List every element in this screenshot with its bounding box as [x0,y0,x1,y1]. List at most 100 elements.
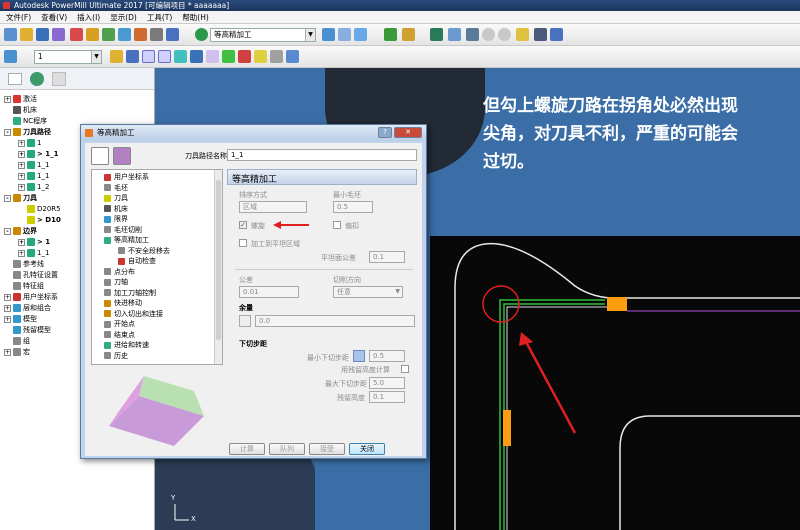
menu-file[interactable]: 文件(F) [6,11,31,23]
settings-tree-item[interactable]: 自动检查 [118,256,156,266]
shade-icon[interactable] [286,50,299,63]
settings-tree-item[interactable]: 结束点 [104,330,135,340]
folder-icon[interactable] [516,28,529,41]
start-point-icon[interactable] [150,28,163,41]
gear-icon[interactable] [91,147,109,165]
settings-tree-item[interactable]: 等高精加工 [104,235,149,245]
explorer-item[interactable]: 机床 [4,105,37,116]
close-button[interactable]: 关闭 [349,443,385,455]
rapid-move-icon[interactable] [118,28,131,41]
allowance-icon[interactable] [239,315,251,327]
settings-tree-item[interactable]: 限界 [104,214,128,224]
menu-help[interactable]: 帮助(H) [182,11,209,23]
allowance-input[interactable]: 0.0 [255,315,415,327]
explorer-item[interactable]: +1_2 [18,182,49,193]
toolpath-icon[interactable] [322,28,335,41]
min-stock-input[interactable]: 0.5 [333,201,373,213]
explorer-item[interactable]: + 宏 [4,347,30,358]
min-step-input[interactable]: 0.5 [369,350,405,362]
window-icon[interactable] [550,28,563,41]
queue-button[interactable]: 队列 [269,443,305,455]
layer-combo[interactable]: 1 ▼ [34,50,102,64]
spiral-checkbox[interactable]: ✓ [239,221,247,229]
import-model-icon[interactable] [52,28,65,41]
settings-tree-item[interactable]: 加工刀轴控制 [104,288,156,298]
flat-checkbox[interactable] [239,239,247,247]
explorer-item[interactable]: 残留模型 [4,325,51,336]
expand-icon[interactable]: + [4,315,11,323]
explorer-item[interactable]: - 边界 [4,226,37,237]
collapse-icon[interactable]: - [4,194,11,202]
sort-select[interactable]: 区域 [239,201,307,213]
close-icon[interactable]: ✕ [394,127,422,138]
settings-tree-item[interactable]: 刀轴 [104,277,128,287]
expand-icon[interactable]: + [18,150,25,158]
feeds-icon[interactable] [102,28,115,41]
tree-scrollbar[interactable] [214,170,222,364]
dialog-title-bar[interactable]: 等高精加工 ? ✕ [81,125,426,141]
nc-program-icon[interactable] [430,28,443,41]
expand-icon[interactable]: + [18,238,25,246]
explorer-item[interactable]: +1_1 [18,248,49,259]
menu-display[interactable]: 显示(D) [110,11,137,23]
tolerance-input[interactable]: 0.01 [239,286,299,298]
explorer-item[interactable]: + 层和组合 [4,303,51,314]
settings-tree-item[interactable]: 历史 [104,351,128,361]
expand-icon[interactable]: + [18,249,25,257]
expand-icon[interactable]: + [18,172,25,180]
pattern-icon[interactable] [190,50,203,63]
layer-icon[interactable] [4,50,17,63]
explorer-item[interactable]: +1_1 [18,160,49,171]
settings-tree-item[interactable]: 切入切出和连接 [104,309,163,319]
verify-icon[interactable] [338,28,351,41]
explorer-item[interactable]: + 激活 [4,94,37,105]
menu-view[interactable]: 查看(V) [41,11,67,23]
explorer-item[interactable]: 参考线 [4,259,44,270]
settings-tree-item[interactable]: 毛坯切削 [104,225,142,235]
tool-icon[interactable] [86,28,99,41]
explorer-item[interactable]: - 刀具路径 [4,127,51,138]
simulation-icon[interactable] [354,28,367,41]
settings-tree-item[interactable]: 用户坐标系 [104,172,149,182]
post-process-icon[interactable] [448,28,461,41]
expand-icon[interactable]: + [18,183,25,191]
menu-tools[interactable]: 工具(T) [147,11,172,23]
measure-icon[interactable] [270,50,283,63]
expand-icon[interactable]: + [4,304,11,312]
direction-select[interactable]: 任意 ▼ [333,286,403,298]
workplane-icon[interactable] [222,50,235,63]
pencil-icon[interactable] [254,50,267,63]
select-icon[interactable] [142,50,155,63]
max-step-input[interactable]: 5.0 [369,377,405,389]
edit-icon[interactable] [206,50,219,63]
explorer-item[interactable]: NC程序 [4,116,47,127]
toolpath-name-input[interactable]: 1_1 [227,149,417,161]
save-icon[interactable] [36,28,49,41]
boundary-icon[interactable] [174,50,187,63]
settings-tree-item[interactable]: 机床 [104,204,128,214]
toolpath-preview-icon[interactable] [113,147,131,165]
explorer-item[interactable]: +1_1 [18,171,49,182]
blank-tab-icon[interactable] [52,72,66,86]
explorer-item[interactable]: > D10 [18,215,61,226]
help-button[interactable]: ? [378,127,392,138]
explorer-item[interactable]: 组 [4,336,30,347]
open-project-icon[interactable] [4,28,17,41]
open-folder-icon[interactable] [20,28,33,41]
strategy-combo[interactable]: 等高精加工 ▼ [210,28,316,42]
settings-tree-item[interactable]: 刀具 [104,193,128,203]
scallop-checkbox[interactable] [401,365,409,373]
select-surface-icon[interactable] [158,50,171,63]
expand-icon[interactable]: + [4,348,11,356]
collision-check-icon[interactable] [384,28,397,41]
collapse-icon[interactable]: - [4,227,11,235]
collapse-icon[interactable]: - [4,128,11,136]
explorer-item[interactable]: + 用户坐标系 [4,292,58,303]
expand-icon[interactable]: + [18,161,25,169]
delete-icon[interactable] [238,50,251,63]
toolpath-strategy-icon[interactable] [166,28,179,41]
residual-input[interactable]: 0.1 [369,391,405,403]
open-icon[interactable] [110,50,123,63]
accept-button[interactable]: 接受 [309,443,345,455]
explorer-item[interactable]: - 刀具 [4,193,37,204]
